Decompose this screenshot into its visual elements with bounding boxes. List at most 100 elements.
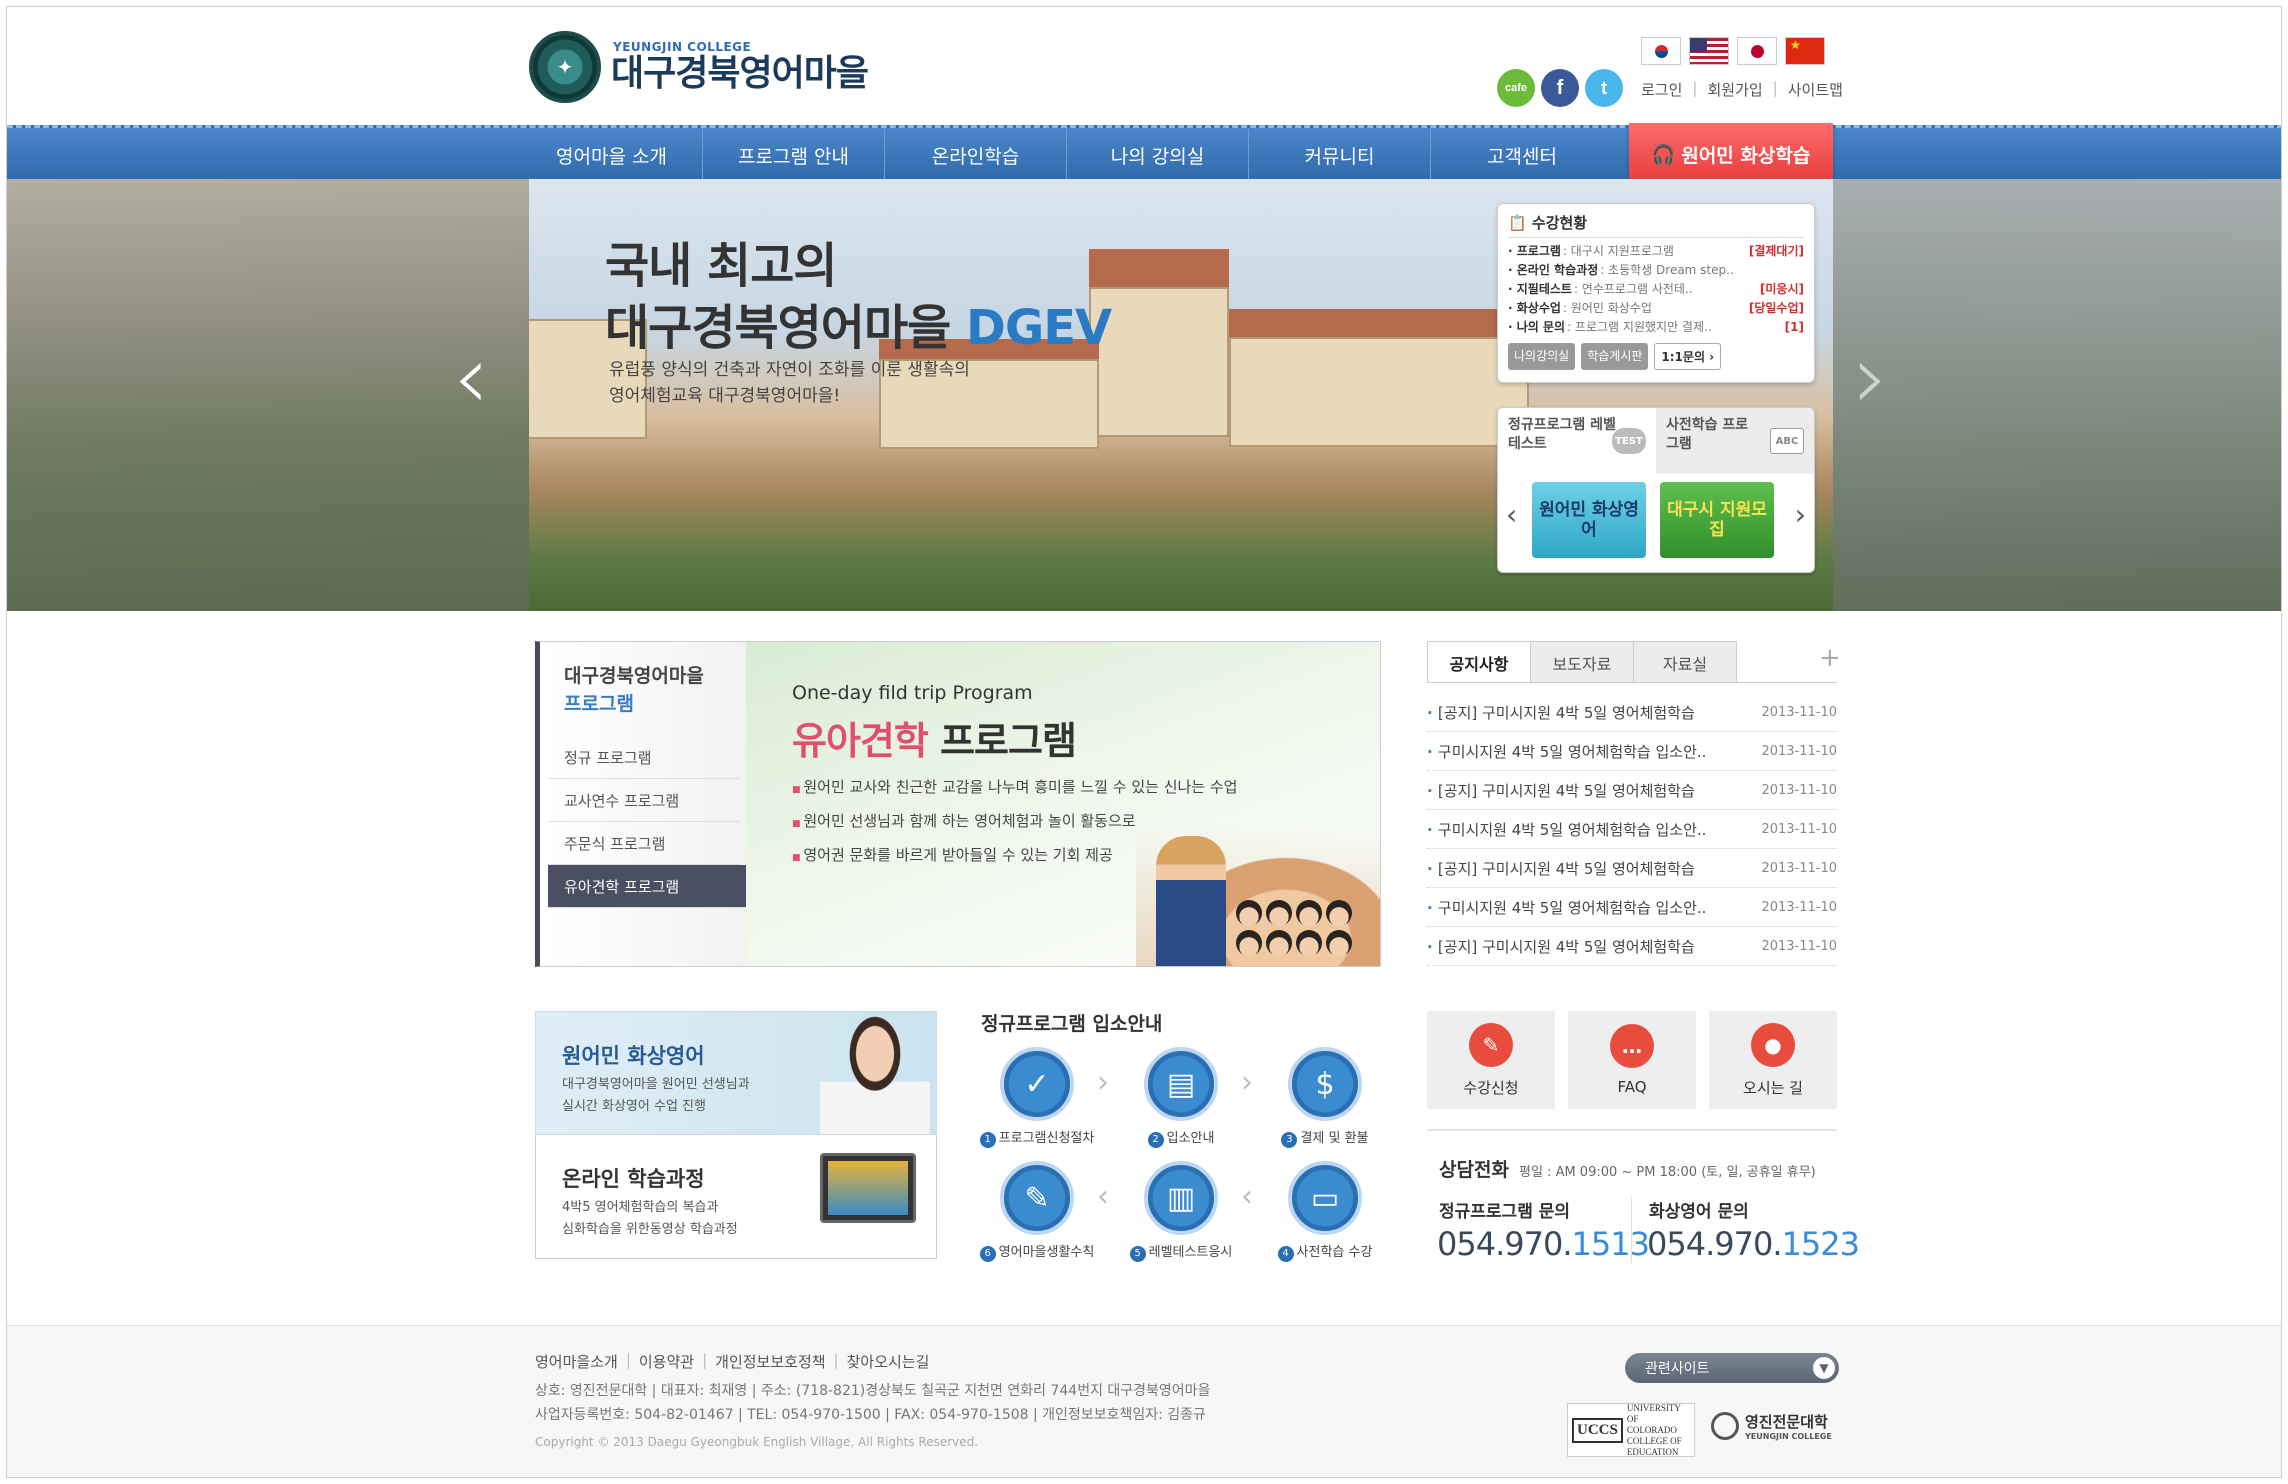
us-flag-icon[interactable]	[1689, 37, 1729, 65]
program-menu-item-regular[interactable]: 정규 프로그램	[548, 736, 740, 779]
program-sidebar-title: 대구경북영어마을 프로그램	[564, 665, 704, 715]
login-link[interactable]: 로그인	[1641, 79, 1682, 100]
status-row[interactable]: · 온라인 학습과정: 초등학생 Dream step..	[1508, 261, 1804, 280]
program-menu-item-kids[interactable]: 유아견학 프로그램	[548, 865, 754, 908]
nav-video-learning-button[interactable]: 🎧 원어민 화상학습	[1629, 123, 1833, 185]
abc-icon: ABC	[1770, 428, 1804, 454]
list-item[interactable]: [공지] 구미시지원 4박 5일 영어체험학습2013-11-10	[1427, 693, 1837, 732]
language-selector	[1641, 37, 1825, 65]
tab-level-test[interactable]: 정규프로그램 레벨테스트 TEST	[1498, 408, 1656, 474]
nav-item-programs[interactable]: 프로그램 안내	[703, 129, 885, 181]
hero-sub-line1: 유럽풍 양식의 건축과 자연이 조화를 이룬 생활속의	[609, 360, 970, 380]
step-payment[interactable]: $ 3 결제 및 환불	[1265, 1047, 1385, 1148]
hero-prev-slide-preview	[7, 179, 529, 611]
related-sites-select[interactable]: 관련사이트 ▼	[1625, 1353, 1839, 1383]
program-title: 유아견학 프로그램	[792, 719, 1077, 763]
banner-video-english[interactable]: 원어민 화상영어	[1532, 482, 1646, 558]
hero-next-arrow-icon[interactable]: ›	[1853, 325, 1889, 430]
one-on-one-inquiry-button[interactable]: 1:1문의 ›	[1654, 343, 1722, 370]
korean-flag-icon[interactable]	[1641, 37, 1681, 65]
program-menu-item-teacher[interactable]: 교사연수 프로그램	[548, 779, 740, 822]
facebook-icon[interactable]: f	[1541, 69, 1579, 107]
college-emblem-icon: ✦	[529, 31, 601, 103]
step-village-rules[interactable]: ✎ 6 영어마을생활수칙	[977, 1161, 1097, 1262]
monitor-icon: ▭	[1288, 1161, 1362, 1235]
china-flag-icon[interactable]	[1785, 37, 1825, 65]
yeungjin-college-logo[interactable]: 영진전문대학 YEUNGJIN COLLEGE	[1711, 1411, 1832, 1441]
divider	[1631, 1197, 1632, 1263]
hero-headline: 국내 최고의 대구경북영어마을 DGEV	[605, 235, 1112, 359]
monitor-icon	[820, 1153, 916, 1223]
nav-item-about[interactable]: 영어마을 소개	[521, 129, 703, 181]
step-pre-study[interactable]: ▭ 4 사전학습 수강	[1265, 1161, 1385, 1262]
twitter-icon[interactable]: t	[1585, 69, 1623, 107]
japan-flag-icon[interactable]	[1737, 37, 1777, 65]
footer-link-directions[interactable]: 찾아오시는길	[847, 1351, 930, 1372]
consult-phone-regular: 054.970.1513	[1437, 1225, 1650, 1263]
list-item[interactable]: [공지] 구미시지원 4박 5일 영어체험학습2013-11-10	[1427, 849, 1837, 888]
program-detail: One-day fild trip Program 유아견학 프로그램 원어민 …	[746, 642, 1380, 966]
status-row[interactable]: · 화상수업: 원어민 화상수업 [당일수업]	[1508, 299, 1804, 318]
tab-resources[interactable]: 자료실	[1633, 641, 1737, 683]
program-menu: 정규 프로그램 교사연수 프로그램 주문식 프로그램 유아견학 프로그램	[548, 736, 754, 908]
notepad-icon: ✎	[1000, 1161, 1074, 1235]
logo-site-name: 대구경북영어마을	[611, 53, 869, 94]
chevron-right-icon: ›	[1241, 1065, 1253, 1100]
program-menu-item-custom[interactable]: 주문식 프로그램	[548, 822, 740, 865]
list-item[interactable]: 구미시지원 4박 5일 영어체험학습 입소안..2013-11-10	[1427, 732, 1837, 771]
step-admission[interactable]: ▤ 2 입소안내	[1121, 1047, 1241, 1148]
chevron-down-icon: ▼	[1813, 1357, 1835, 1379]
headset-icon: 🎧	[1651, 143, 1676, 166]
more-plus-icon[interactable]: +	[1819, 643, 1841, 673]
quick-link-directions[interactable]: ● 오시는 길	[1709, 1011, 1837, 1109]
chevron-right-icon[interactable]: ›	[1795, 498, 1806, 531]
tab-press[interactable]: 보도자료	[1530, 641, 1634, 683]
quick-link-enroll[interactable]: ✎ 수강신청	[1427, 1011, 1555, 1109]
status-row[interactable]: · 나의 문의: 프로그램 지원했지만 결제.. [1]	[1508, 318, 1804, 337]
nav-item-online-learning[interactable]: 온라인학습	[885, 129, 1067, 181]
consult-phone-video: 054.970.1523	[1647, 1225, 1860, 1263]
clipboard-icon: ✓	[1000, 1047, 1074, 1121]
tab-pre-study[interactable]: 사전학습 프로그램 ABC	[1656, 408, 1814, 474]
uccs-logo[interactable]: UCCS UNIVERSITY OF COLORADO COLLEGE OF EDU…	[1567, 1403, 1695, 1457]
chevron-left-icon: ‹	[1097, 1179, 1109, 1214]
sitemap-link[interactable]: 사이트맵	[1788, 79, 1843, 100]
hero-prev-arrow-icon[interactable]: ‹	[453, 325, 489, 430]
list-item[interactable]: [공지] 구미시지원 4박 5일 영어체험학습2013-11-10	[1427, 927, 1837, 966]
my-classroom-button[interactable]: 나의강의실	[1508, 343, 1576, 370]
status-row[interactable]: · 프로그램: 대구시 지원프로그램 [결제대기]	[1508, 242, 1804, 261]
footer-link-terms[interactable]: 이용약관	[639, 1351, 694, 1372]
quick-link-faq[interactable]: … FAQ	[1568, 1011, 1696, 1109]
nav-item-my-classroom[interactable]: 나의 강의실	[1067, 129, 1249, 181]
list-item[interactable]: 구미시지원 4박 5일 영어체험학습 입소안..2013-11-10	[1427, 810, 1837, 849]
nav-item-community[interactable]: 커뮤니티	[1249, 129, 1431, 181]
online-course-card[interactable]: 온라인 학습과정 4박5 영어체험학습의 복습과 심화학습을 위한동영상 학습과…	[535, 1135, 937, 1259]
chevron-left-icon[interactable]: ‹	[1506, 498, 1517, 531]
map-pin-icon: ●	[1751, 1022, 1795, 1067]
signup-link[interactable]: 회원가입	[1707, 79, 1762, 100]
cafe-icon[interactable]: cafe	[1497, 69, 1535, 107]
study-board-button[interactable]: 학습게시판	[1581, 343, 1649, 370]
tab-notices[interactable]: 공지사항	[1427, 641, 1531, 683]
site-logo[interactable]: ✦ YEUNGJIN COLLEGE 대구경북영어마을	[529, 31, 869, 103]
status-row[interactable]: · 지필테스트: 연수프로그램 사전테.. [미응시]	[1508, 280, 1804, 299]
nav-item-customer-center[interactable]: 고객센터	[1431, 129, 1613, 181]
video-english-card[interactable]: 원어민 화상영어 대구경북영어마을 원어민 선생님과 실시간 화상영어 수업 진…	[535, 1011, 937, 1135]
footer-links: 영어마을소개 | 이용약관 | 개인정보보호정책 | 찾아오시는길	[535, 1351, 930, 1372]
step-application[interactable]: ✓ 1 프로그램신청절차	[977, 1047, 1097, 1148]
notice-list: [공지] 구미시지원 4박 5일 영어체험학습2013-11-10 구미시지원 …	[1427, 693, 1837, 966]
footer-link-privacy[interactable]: 개인정보보호정책	[715, 1351, 825, 1372]
page-frame: ✦ YEUNGJIN COLLEGE 대구경북영어마을 cafe f t 로그인…	[6, 6, 2282, 1478]
nav-video-learning-label: 원어민 화상학습	[1681, 144, 1811, 167]
hero-title-en: DGEV	[966, 300, 1112, 356]
hero-next-slide-preview	[1833, 179, 2281, 611]
chart-icon: ▥	[1144, 1161, 1218, 1235]
step-level-test[interactable]: ▥ 5 레벨테스트응시	[1121, 1161, 1241, 1262]
program-bullet: 원어민 교사와 친근한 교감을 나누며 흥미를 느낄 수 있는 신나는 수업	[792, 772, 1237, 806]
footer-link-about[interactable]: 영어마을소개	[535, 1351, 618, 1372]
program-en-title: One-day fild trip Program	[792, 682, 1033, 704]
list-item[interactable]: [공지] 구미시지원 4박 5일 영어체험학습2013-11-10	[1427, 771, 1837, 810]
banner-daegu-recruit[interactable]: 대구시 지원모집	[1660, 482, 1774, 558]
list-item[interactable]: 구미시지원 4박 5일 영어체험학습 입소안..2013-11-10	[1427, 888, 1837, 927]
consult-label-video: 화상영어 문의	[1649, 1202, 1749, 1222]
